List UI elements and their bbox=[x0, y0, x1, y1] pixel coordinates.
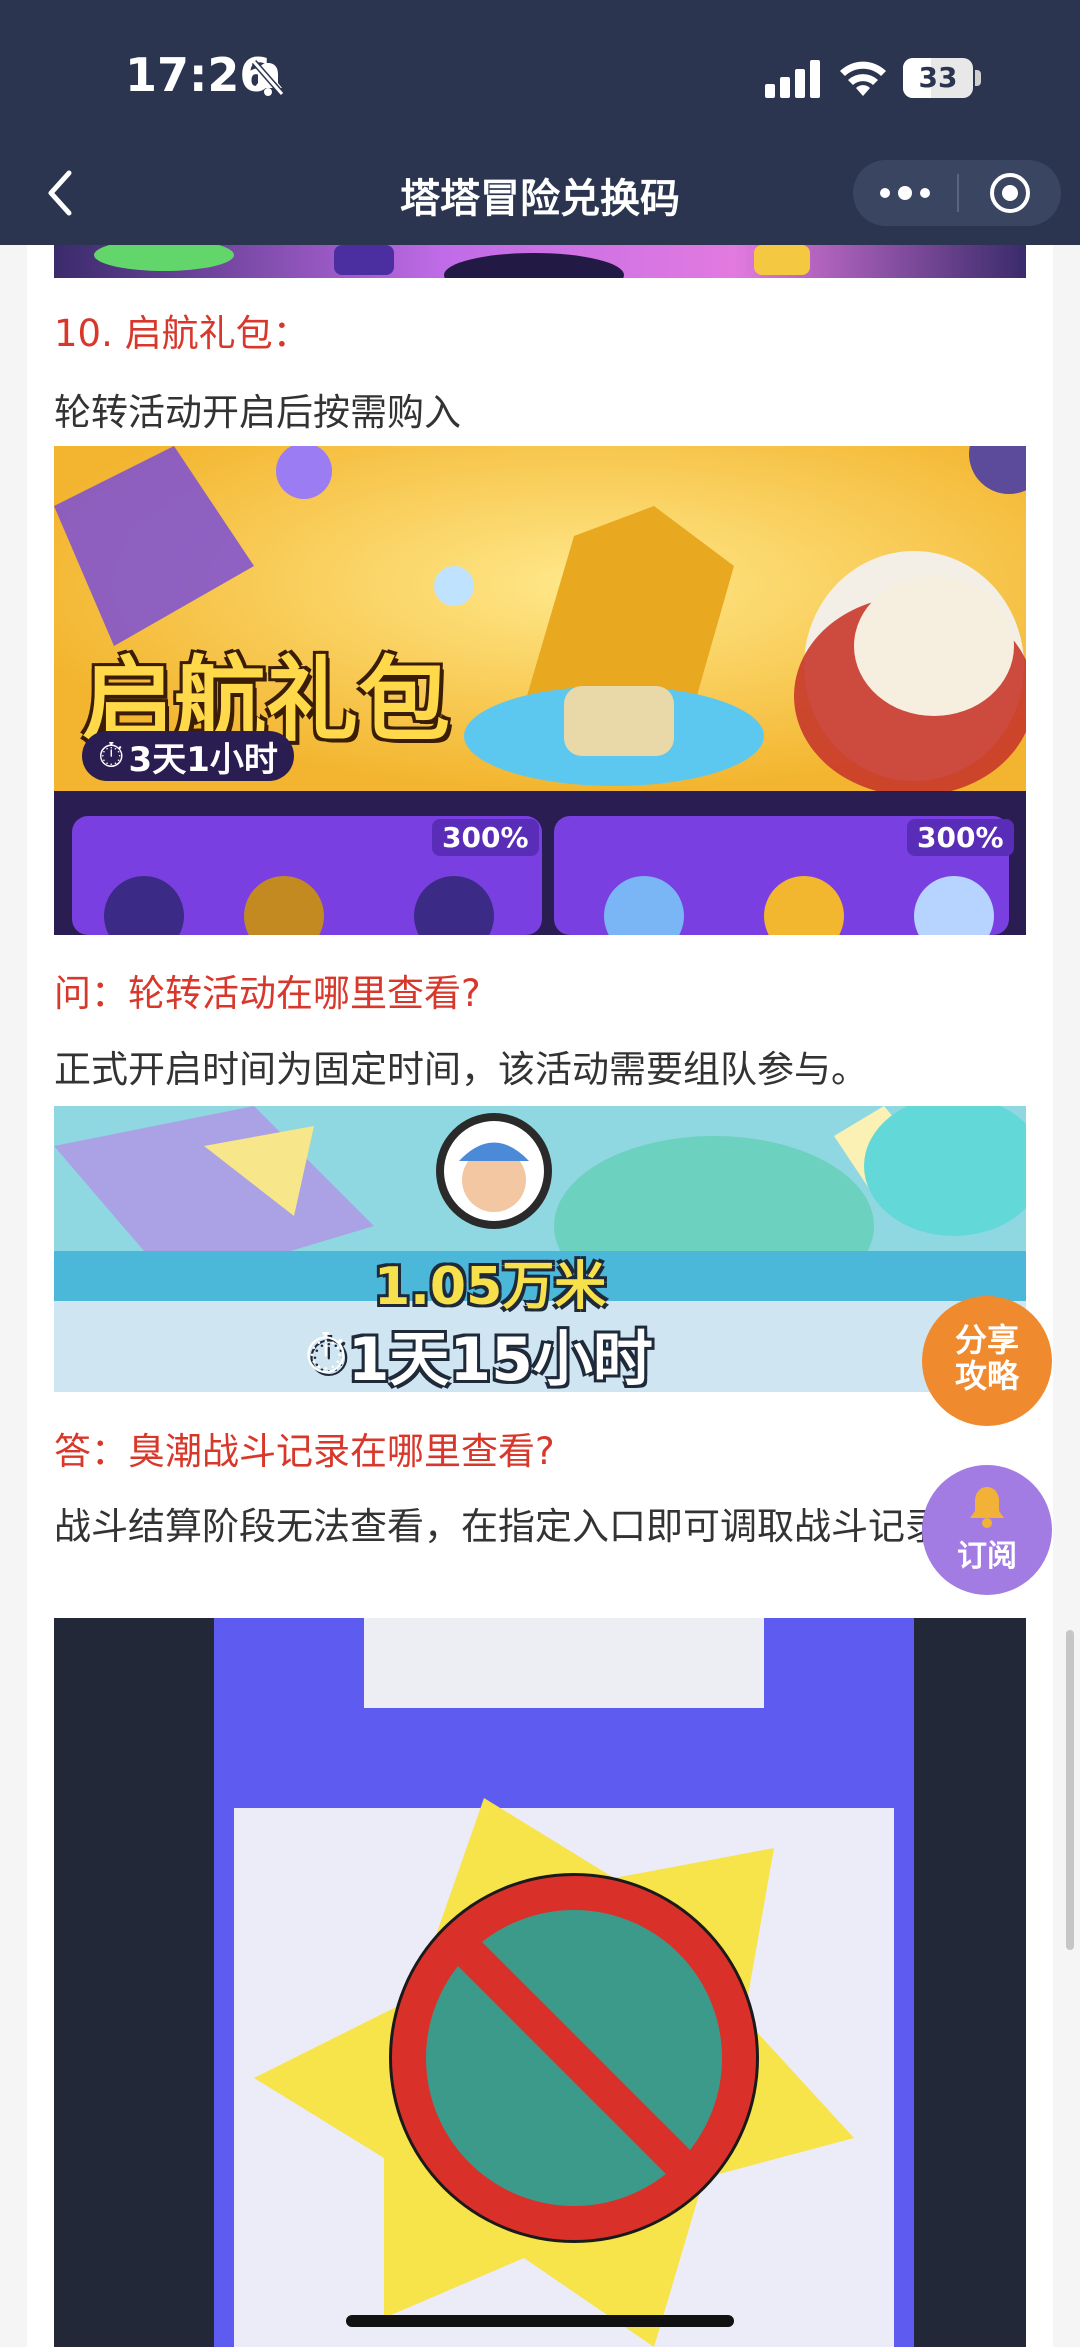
share-label-line2: 攻略 bbox=[954, 1357, 1019, 1395]
battle-image: 1.05万米 ⏱ 1天15小时 bbox=[54, 1106, 1026, 1392]
more-dots-icon bbox=[880, 186, 930, 200]
status-bar: 17:26 33 bbox=[0, 0, 1080, 150]
battle-timer-row: ⏱ 1天15小时 bbox=[304, 1311, 653, 1393]
pack-timer: 3天1小时 bbox=[128, 739, 278, 780]
forbidden-image-art bbox=[54, 1618, 1026, 2347]
battery-tip bbox=[975, 70, 981, 86]
battle-distance: 1.05万米 bbox=[374, 1257, 607, 1317]
home-indicator bbox=[346, 2315, 734, 2327]
previous-image-bottom bbox=[54, 245, 1026, 278]
battery-level: 33 bbox=[918, 61, 958, 94]
close-miniprogram-button[interactable] bbox=[959, 160, 1061, 226]
share-guide-button[interactable]: 分享 攻略 bbox=[922, 1296, 1052, 1426]
previous-image-art bbox=[94, 245, 810, 278]
battle-timer: 1天15小时 bbox=[347, 1325, 653, 1392]
share-label-line1: 分享 bbox=[954, 1321, 1019, 1359]
discount-badge-left: 300% bbox=[432, 819, 539, 856]
section-text: 战斗结算阶段无法查看，在指定入口即可调取战斗记录。 bbox=[54, 1505, 979, 1548]
section-text: 轮转活动开启后按需购入 bbox=[54, 391, 461, 434]
subscribe-button[interactable]: 订阅 bbox=[922, 1465, 1052, 1595]
mute-bell-icon bbox=[251, 60, 285, 96]
subscribe-label: 订阅 bbox=[957, 1539, 1017, 1574]
wifi-icon bbox=[840, 61, 886, 96]
page-title: 塔塔冒险兑换码 bbox=[400, 176, 680, 222]
discount-badge-right: 300% bbox=[907, 819, 1014, 856]
target-circle-icon bbox=[990, 173, 1030, 213]
scrollbar[interactable] bbox=[1066, 1630, 1074, 1950]
section-heading: 10. 启航礼包： bbox=[54, 312, 310, 355]
section-text: 正式开启时间为固定时间，该活动需要组队参与。 bbox=[54, 1048, 868, 1091]
article-content: 10. 启航礼包： 轮转活动开启后按需购入 启航礼包 ⏱ 3天1小时 300% … bbox=[27, 245, 1053, 2347]
back-button[interactable] bbox=[30, 160, 90, 225]
cellular-signal-icon bbox=[765, 60, 820, 98]
timer-icon: ⏱ bbox=[304, 1321, 348, 1387]
chevron-left-icon bbox=[48, 170, 72, 215]
section-heading: 答：臭潮战斗记录在哪里查看? bbox=[54, 1430, 555, 1473]
forbidden-image bbox=[54, 1618, 1026, 2347]
bell-icon bbox=[970, 1487, 1004, 1528]
mini-program-capsule bbox=[853, 160, 1061, 226]
section-heading: 问：轮转活动在哪里查看? bbox=[54, 972, 481, 1015]
timer-icon: ⏱ bbox=[98, 736, 125, 776]
more-button[interactable] bbox=[853, 160, 957, 226]
pack-image: 启航礼包 ⏱ 3天1小时 300% 300% bbox=[54, 446, 1026, 935]
pack-timer-badge: ⏱ 3天1小时 bbox=[82, 731, 294, 781]
battery-indicator: 33 bbox=[903, 58, 981, 98]
